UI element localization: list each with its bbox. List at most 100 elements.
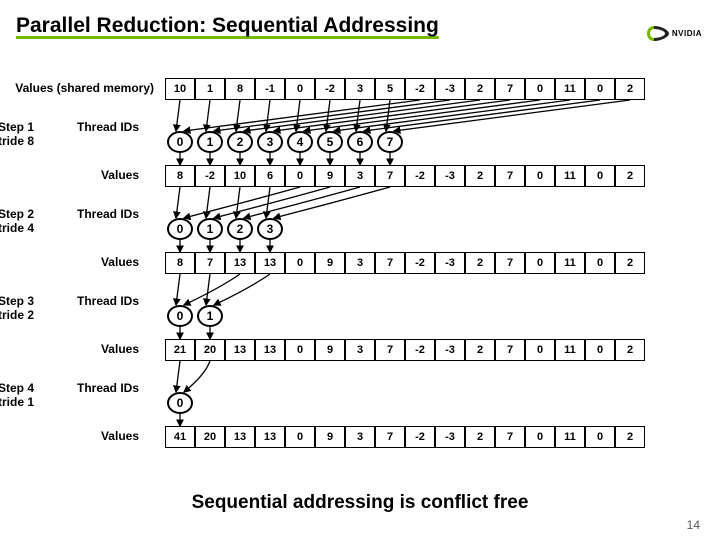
value-cell: 3 [345, 252, 375, 274]
value-cell: 0 [585, 165, 615, 187]
value-cell: -2 [405, 426, 435, 448]
thread-id: 0 [167, 305, 193, 327]
value-cell: 7 [375, 165, 405, 187]
value-cell: 11 [555, 426, 585, 448]
value-cell: 11 [555, 252, 585, 274]
value-cell: -2 [405, 78, 435, 100]
thread-id: 2 [227, 218, 253, 240]
thread-id: 4 [287, 131, 313, 153]
value-cell: 3 [345, 426, 375, 448]
label-threadids-2: Thread IDs [4, 207, 139, 221]
thread-id: 1 [197, 131, 223, 153]
value-cell: 8 [225, 78, 255, 100]
value-cell: 0 [585, 252, 615, 274]
values-row-step3: 212013130937-2-32701102 [165, 339, 645, 361]
value-cell: -3 [435, 339, 465, 361]
value-cell: -3 [435, 426, 465, 448]
value-cell: 9 [315, 339, 345, 361]
value-cell: 41 [165, 426, 195, 448]
value-cell: 3 [345, 339, 375, 361]
value-cell: 11 [555, 339, 585, 361]
thread-id: 1 [197, 305, 223, 327]
values-row-step1: 8-21060937-2-32701102 [165, 165, 645, 187]
thread-ids-step1: 01234567 [167, 131, 403, 153]
value-cell: 7 [375, 252, 405, 274]
value-cell: 20 [195, 426, 225, 448]
value-cell: 7 [495, 339, 525, 361]
thread-id: 0 [167, 392, 193, 414]
value-cell: 3 [345, 78, 375, 100]
value-cell: 2 [615, 252, 645, 274]
label-threadids-1: Thread IDs [4, 120, 139, 134]
value-cell: 0 [285, 426, 315, 448]
thread-ids-step4: 0 [167, 392, 193, 414]
value-cell: 2 [465, 78, 495, 100]
value-cell: 0 [285, 339, 315, 361]
value-cell: 7 [495, 78, 525, 100]
page-number: 14 [687, 518, 700, 532]
value-cell: -2 [315, 78, 345, 100]
value-cell: 0 [585, 426, 615, 448]
value-cell: 9 [315, 165, 345, 187]
value-cell: -3 [435, 165, 465, 187]
value-cell: 0 [285, 252, 315, 274]
value-cell: -1 [255, 78, 285, 100]
label-values-2: Values [4, 255, 139, 269]
value-cell: 2 [465, 165, 495, 187]
value-cell: 7 [375, 426, 405, 448]
value-cell: 8 [165, 165, 195, 187]
value-cell: 2 [465, 339, 495, 361]
value-cell: 0 [285, 165, 315, 187]
value-cell: -2 [405, 339, 435, 361]
values-row-step2: 8713130937-2-32701102 [165, 252, 645, 274]
value-cell: 10 [225, 165, 255, 187]
label-top: Values (shared memory) [4, 81, 154, 95]
logo-text: NVIDIA [672, 29, 702, 38]
thread-id: 3 [257, 218, 283, 240]
value-cell: 7 [195, 252, 225, 274]
thread-id: 7 [377, 131, 403, 153]
value-cell: 2 [465, 426, 495, 448]
value-cell: 13 [255, 339, 285, 361]
thread-id: 3 [257, 131, 283, 153]
label-values-4: Values [4, 429, 139, 443]
value-cell: 1 [195, 78, 225, 100]
thread-id: 5 [317, 131, 343, 153]
value-cell: 2 [615, 339, 645, 361]
value-cell: -2 [405, 252, 435, 274]
value-cell: 9 [315, 426, 345, 448]
value-cell: 2 [615, 426, 645, 448]
value-cell: 2 [465, 252, 495, 274]
thread-id: 1 [197, 218, 223, 240]
value-cell: 0 [525, 252, 555, 274]
value-cell: 11 [555, 78, 585, 100]
value-cell: 0 [525, 78, 555, 100]
value-cell: 0 [585, 339, 615, 361]
thread-id: 6 [347, 131, 373, 153]
footer-text: Sequential addressing is conflict free [0, 492, 720, 514]
label-values-1: Values [4, 168, 139, 182]
values-row-step4: 412013130937-2-32701102 [165, 426, 645, 448]
label-threadids-3: Thread IDs [4, 294, 139, 308]
values-row-initial: 1018-10-235-2-32701102 [165, 78, 645, 100]
value-cell: 20 [195, 339, 225, 361]
value-cell: 0 [525, 426, 555, 448]
thread-ids-step2: 0123 [167, 218, 283, 240]
value-cell: 5 [375, 78, 405, 100]
value-cell: -3 [435, 78, 465, 100]
thread-id: 0 [167, 131, 193, 153]
value-cell: 10 [165, 78, 195, 100]
value-cell: 0 [525, 339, 555, 361]
value-cell: 11 [555, 165, 585, 187]
value-cell: 8 [165, 252, 195, 274]
value-cell: 2 [615, 165, 645, 187]
value-cell: 7 [495, 426, 525, 448]
value-cell: -2 [405, 165, 435, 187]
value-cell: 13 [225, 339, 255, 361]
value-cell: -2 [195, 165, 225, 187]
thread-id: 0 [167, 218, 193, 240]
thread-ids-step3: 01 [167, 305, 223, 327]
value-cell: 0 [585, 78, 615, 100]
thread-id: 2 [227, 131, 253, 153]
nvidia-logo: NVIDIA [647, 26, 702, 41]
